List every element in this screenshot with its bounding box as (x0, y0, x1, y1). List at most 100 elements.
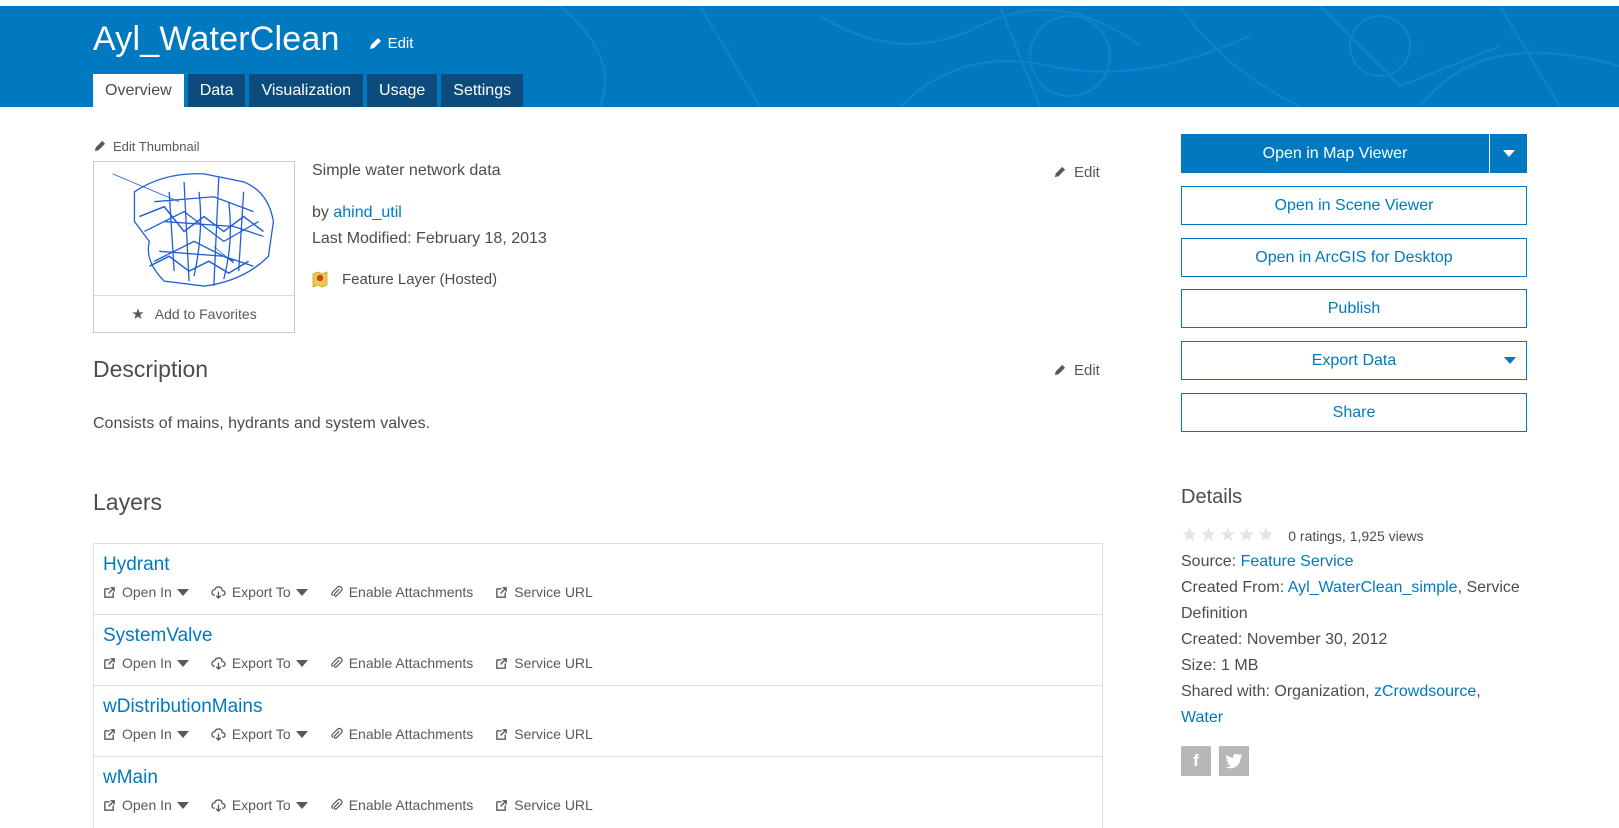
star-icon[interactable]: ★ (1200, 524, 1217, 547)
social-share: f (1181, 746, 1249, 776)
layer-name-link[interactable]: SystemValve (103, 625, 212, 647)
enable-attachments-label: Enable Attachments (348, 797, 474, 813)
caret-down-icon (176, 801, 189, 809)
item-owner: by ahind_util (312, 204, 402, 222)
service-url-button[interactable]: Service URL (495, 655, 593, 671)
tab-visualization[interactable]: Visualization (249, 74, 364, 107)
summary-edit-button[interactable]: Edit (1053, 164, 1100, 181)
twitter-icon[interactable] (1219, 746, 1249, 776)
caret-down-icon (176, 588, 189, 596)
last-modified: Last Modified: February 18, 2013 (312, 230, 547, 247)
open-scene-viewer-button[interactable]: Open in Scene Viewer (1181, 186, 1527, 225)
export-to-label: Export To (231, 797, 291, 813)
service-url-label: Service URL (514, 797, 593, 813)
star-icon[interactable]: ★ (1257, 524, 1274, 547)
share-button[interactable]: Share (1181, 393, 1527, 432)
star-icon[interactable]: ★ (1219, 524, 1236, 547)
open-external-icon (104, 728, 115, 740)
facebook-icon[interactable]: f (1181, 746, 1211, 776)
caret-down-icon (295, 801, 308, 809)
service-url-label: Service URL (514, 726, 593, 742)
description-text: Consists of mains, hydrants and system v… (93, 415, 431, 432)
pencil-icon (1054, 364, 1066, 376)
export-to-dropdown[interactable]: Export To (211, 655, 308, 671)
caret-down-icon (295, 588, 308, 596)
open-in-dropdown[interactable]: Open In (103, 655, 189, 671)
ratings-text: 0 ratings, 1,925 views (1288, 527, 1424, 544)
layer-name-link[interactable]: wMain (103, 767, 158, 789)
owner-link[interactable]: ahind_util (333, 204, 402, 221)
layer-name-link[interactable]: wDistributionMains (103, 696, 262, 718)
title-edit-button[interactable]: Edit (368, 35, 414, 52)
service-url-button[interactable]: Service URL (495, 584, 593, 600)
summary-edit-label: Edit (1074, 164, 1100, 181)
layer-name-link[interactable]: Hydrant (103, 554, 170, 576)
description-edit-button[interactable]: Edit (1053, 362, 1100, 379)
tab-overview[interactable]: Overview (93, 74, 184, 107)
tab-data[interactable]: Data (187, 74, 246, 107)
caret-down-icon (176, 730, 189, 738)
enable-attachments-button[interactable]: Enable Attachments (330, 726, 473, 742)
open-in-dropdown[interactable]: Open In (103, 797, 189, 813)
open-in-label: Open In (122, 584, 172, 600)
enable-attachments-button[interactable]: Enable Attachments (330, 655, 474, 671)
export-to-dropdown[interactable]: Export To (211, 584, 308, 600)
star-icon[interactable]: ★ (1238, 524, 1255, 547)
enable-attachments-label: Enable Attachments (348, 655, 474, 671)
tab-settings[interactable]: Settings (441, 74, 524, 107)
paperclip-icon (330, 585, 343, 597)
open-external-icon (496, 586, 508, 598)
layer-row: SystemValve Open In Export To Enable Att… (94, 615, 1102, 686)
rating-stars[interactable]: ★ ★ ★ ★ ★ (1181, 524, 1274, 547)
open-in-label: Open In (122, 655, 172, 671)
thumbnail-card: ★ Add to Favorites (93, 161, 295, 333)
shared-group-link[interactable]: Water (1181, 709, 1223, 726)
details-heading: Details (1181, 486, 1243, 508)
export-to-dropdown[interactable]: Export To (211, 726, 308, 742)
detail-created-from-suffix: Definition (1181, 605, 1248, 622)
enable-attachments-button[interactable]: Enable Attachments (330, 797, 474, 813)
paperclip-icon (330, 798, 343, 810)
cloud-download-icon (211, 798, 226, 812)
map-viewer-options-button[interactable] (1489, 134, 1527, 173)
layers-heading: Layers (93, 489, 163, 515)
star-icon[interactable]: ★ (1181, 524, 1198, 547)
ratings-row: ★ ★ ★ ★ ★ 0 ratings, 1,925 views (1181, 524, 1424, 547)
owner-prefix: by (312, 204, 329, 221)
layer-row: wMain Open In Export To Enable Attachmen… (94, 757, 1102, 828)
enable-attachments-button[interactable]: Enable Attachments (330, 584, 473, 600)
source-link[interactable]: Feature Service (1241, 553, 1354, 570)
open-in-label: Open In (122, 797, 172, 813)
export-data-button[interactable]: Export Data (1181, 341, 1527, 380)
edit-thumbnail-label: Edit Thumbnail (113, 139, 200, 154)
export-to-dropdown[interactable]: Export To (211, 797, 308, 813)
pencil-icon (369, 37, 381, 49)
created-from-link[interactable]: Ayl_WaterClean_simple (1288, 579, 1458, 596)
open-in-dropdown[interactable]: Open In (103, 584, 189, 600)
shared-label: Shared with: (1181, 683, 1270, 700)
add-to-favorites-button[interactable]: ★ Add to Favorites (94, 296, 294, 332)
edit-thumbnail-button[interactable]: Edit Thumbnail (93, 139, 199, 154)
caret-down-icon (176, 659, 189, 667)
export-to-label: Export To (231, 655, 291, 671)
detail-size: Size: 1 MB (1181, 657, 1259, 674)
open-in-label: Open In (122, 726, 172, 742)
title-edit-label: Edit (387, 35, 414, 52)
tab-bar: Overview Data Visualization Usage Settin… (93, 74, 524, 107)
star-icon: ★ (131, 306, 145, 323)
layer-row: wDistributionMains Open In Export To Ena… (94, 686, 1102, 757)
open-map-viewer-button[interactable]: Open in Map Viewer (1181, 134, 1489, 173)
open-arcgis-desktop-button[interactable]: Open in ArcGIS for Desktop (1181, 238, 1527, 277)
tab-usage[interactable]: Usage (367, 74, 438, 107)
service-url-button[interactable]: Service URL (495, 726, 593, 742)
shared-group-link[interactable]: zCrowdsource (1374, 683, 1476, 700)
publish-button[interactable]: Publish (1181, 289, 1527, 328)
open-in-dropdown[interactable]: Open In (103, 726, 189, 742)
open-external-icon (496, 799, 508, 811)
open-map-viewer-split-button: Open in Map Viewer (1181, 134, 1527, 173)
pencil-icon (1054, 166, 1066, 178)
header-banner: Ayl_WaterClean Edit Overview Data Visual… (0, 6, 1619, 107)
service-url-button[interactable]: Service URL (495, 797, 593, 813)
export-to-label: Export To (231, 584, 291, 600)
cloud-download-icon (211, 727, 226, 741)
